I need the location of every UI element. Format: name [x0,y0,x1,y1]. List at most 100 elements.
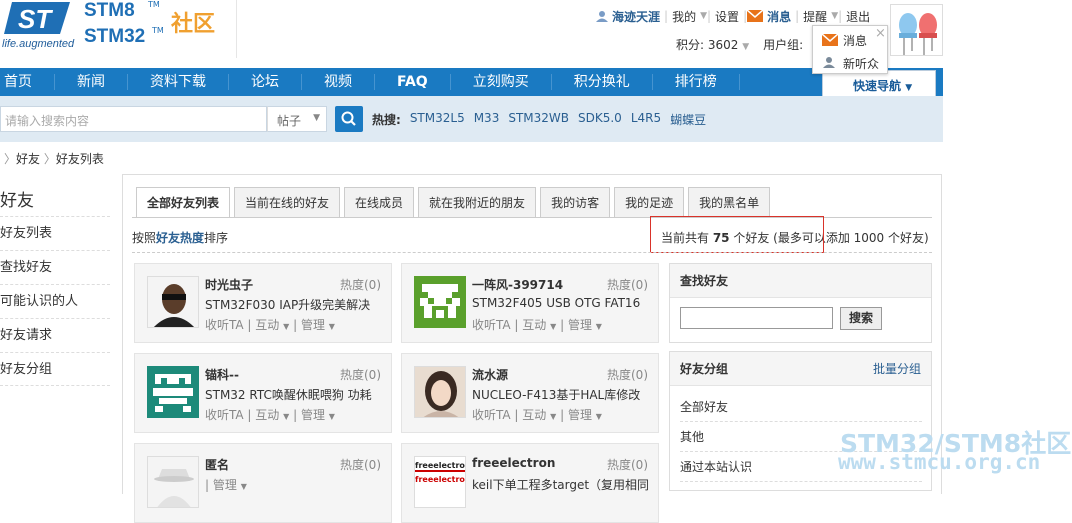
friend-name[interactable]: freeelectron [472,456,555,470]
avatar[interactable] [147,276,199,328]
nav-video[interactable]: 视频 [302,74,375,90]
interact-menu[interactable]: 互动 [522,408,546,422]
avatar[interactable] [414,276,466,328]
sort-suffix: 排序 [204,231,229,245]
person-avatar-icon [148,277,198,327]
hot-search-link[interactable]: STM32WB [508,111,569,128]
tab-all-friends[interactable]: 全部好友列表 [136,187,231,218]
manage-menu[interactable]: 管理 [568,318,592,332]
nav-ranking[interactable]: 排行榜 [653,74,740,90]
avatar[interactable] [890,4,943,56]
friend-heat: 热度(0) [340,368,381,382]
interact-menu[interactable]: 互动 [255,408,279,422]
hot-search-link[interactable]: M33 [474,111,500,128]
interact-menu[interactable]: 互动 [522,318,546,332]
follow-link[interactable]: 收听TA [205,408,244,422]
freeelectron-logo-red: freeelectron [415,475,466,484]
friend-card: freeelectron freeelectron freeelectron 热… [401,443,659,523]
friend-name[interactable]: 流水源 [472,366,508,383]
sidebar-item-friend-list[interactable]: 好友列表 [0,216,110,250]
friend-actions: 收听TA | 互动 ▼ | 管理 ▼ [205,408,335,422]
nav-home[interactable]: 首页 [0,74,55,90]
friend-actions: 收听TA | 互动 ▼ | 管理 ▼ [205,318,335,332]
manage-menu[interactable]: 管理 [301,318,325,332]
hot-search-link[interactable]: 蝴蝶豆 [670,111,706,128]
sidebar-item-find-friends[interactable]: 查找好友 [0,250,110,284]
settings-link[interactable]: 设置 [711,8,743,25]
tab-my-footprints[interactable]: 我的足迹 [614,187,685,217]
follow-link[interactable]: 收听TA [472,318,511,332]
nav-buy[interactable]: 立刻购买 [451,74,552,90]
avatar[interactable] [147,456,199,508]
avatar[interactable]: freeelectron freeelectron [414,456,466,508]
friend-name[interactable]: 匿名 [205,456,229,473]
friend-status[interactable]: STM32 RTC唤醒休眠喂狗 功耗 [205,386,385,403]
friend-status[interactable]: STM32F405 USB OTG FAT16 [472,296,652,310]
popup-messages-link[interactable]: 消息 [843,32,867,49]
hot-search-link[interactable]: SDK5.0 [578,111,622,128]
envelope-icon [747,10,764,22]
divider [132,252,932,253]
sidebar-item-may-know[interactable]: 可能认识的人 [0,284,110,318]
search-button[interactable] [335,106,363,132]
logo-tm-2: TM [152,26,164,35]
site-logo[interactable]: ST life.augmented STM8 TM STM32 TM 社区 [0,0,237,58]
tab-online-members[interactable]: 在线成员 [344,187,415,217]
search-type-select[interactable]: 帖子 ▼ [267,106,327,132]
chevron-down-icon: ▼ [595,322,602,331]
find-friend-button[interactable]: 搜索 [840,307,882,330]
popup-new-listeners-link[interactable]: 新听众 [843,55,879,72]
interact-menu[interactable]: 互动 [255,318,279,332]
friend-status[interactable]: STM32F030 IAP升级完美解决 [205,296,385,313]
manage-menu[interactable]: 管理 [568,408,592,422]
points-value: 积分: 3602 [676,38,739,52]
breadcrumb-friends[interactable]: 好友 [16,152,40,166]
tab-my-blacklist[interactable]: 我的黑名单 [688,187,771,217]
chevron-down-icon: ▼ [283,322,290,331]
friend-actions: 收听TA | 互动 ▼ | 管理 ▼ [472,408,602,422]
logo-stm32: STM32 [84,26,146,47]
svg-text:ST: ST [18,4,53,34]
follow-link[interactable]: 收听TA [205,318,244,332]
friend-status[interactable]: NUCLEO-F413基于HAL库修改 [472,386,652,403]
avatar[interactable] [414,366,466,418]
friend-groups-header: 好友分组 批量分组 [670,352,931,386]
tab-nearby-friends[interactable]: 就在我附近的朋友 [418,187,537,217]
user-toolbar: 海迹天涯 | 我的 ▼ | 设置 | 消息 | 提醒 ▼ | 退出 [596,8,874,24]
hot-search-link[interactable]: L4R5 [631,111,661,128]
messages-link[interactable]: 消息 [763,8,795,25]
points-link[interactable]: 积分: 3602 ▼ [676,36,749,53]
sidebar-item-friend-requests[interactable]: 好友请求 [0,318,110,352]
main-nav: 首页 新闻 资料下载 论坛 视频 FAQ 立刻购买 积分换礼 排行榜 [0,68,943,96]
nav-points-gift[interactable]: 积分换礼 [552,74,653,90]
friend-name[interactable]: 时光虫子 [205,276,253,293]
nav-forum[interactable]: 论坛 [229,74,302,90]
sort-key-link[interactable]: 好友热度 [156,231,204,245]
avatar[interactable] [147,366,199,418]
sidebar-title: 好友 [0,191,34,211]
friend-name[interactable]: 锚科-- [205,366,239,383]
follow-link[interactable]: 收听TA [472,408,511,422]
nav-faq[interactable]: FAQ [375,74,451,90]
manage-menu[interactable]: 管理 [213,478,237,492]
find-friend-input[interactable] [680,307,833,329]
hot-search-link[interactable]: STM32L5 [410,111,465,128]
friend-status[interactable]: keil下单工程多target（复用相同 [472,476,652,493]
user-name-link[interactable]: 海迹天涯 [608,8,664,25]
my-menu[interactable]: 我的 [668,8,700,25]
chevron-down-icon: ▼ [550,322,557,331]
tab-online-friends[interactable]: 当前在线的好友 [234,187,341,217]
breadcrumb-friend-list[interactable]: 好友列表 [56,152,104,166]
sidebar-item-friend-groups[interactable]: 好友分组 [0,352,110,386]
batch-group-link[interactable]: 批量分组 [873,352,921,386]
group-item[interactable]: 全部好友 [680,392,922,422]
close-icon[interactable]: × [875,26,886,41]
nav-downloads[interactable]: 资料下载 [128,74,229,90]
search-input[interactable]: 请输入搜索内容 [0,106,267,132]
nav-news[interactable]: 新闻 [55,74,128,90]
friend-name[interactable]: 一阵风-399714 [472,276,563,293]
tab-my-visitors[interactable]: 我的访客 [540,187,611,217]
manage-menu[interactable]: 管理 [301,408,325,422]
logout-link[interactable]: 退出 [842,8,874,25]
remind-menu[interactable]: 提醒 [799,8,831,25]
